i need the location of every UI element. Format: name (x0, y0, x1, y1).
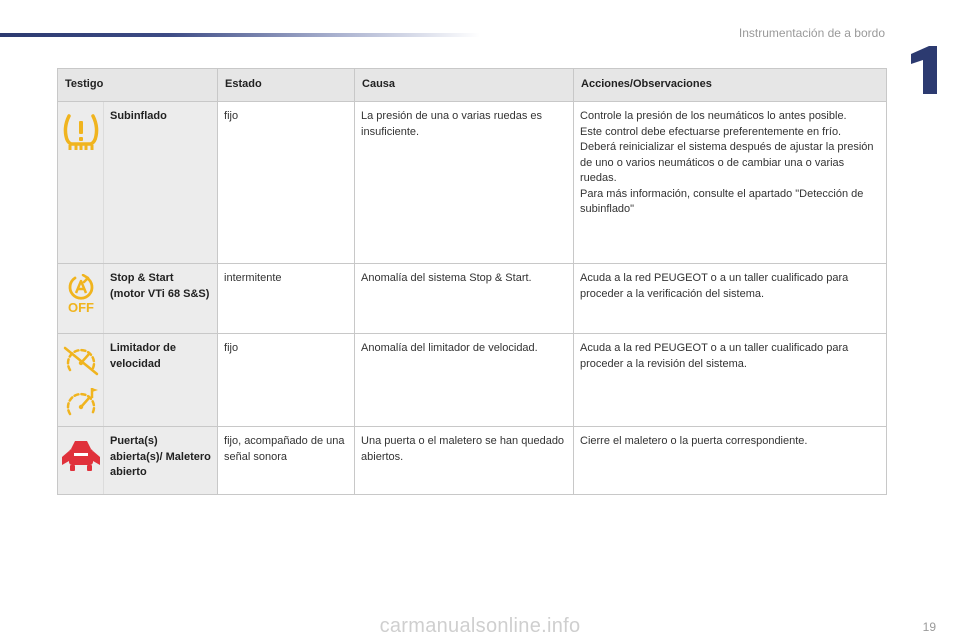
door-open-icon (61, 441, 100, 471)
row-acciones: Acuda a la red PEUGEOT o a un taller cua… (573, 333, 888, 427)
page-number: 19 (922, 620, 936, 634)
row-acciones: Acuda a la red PEUGEOT o a un taller cua… (573, 263, 888, 334)
row-causa: Anomalía del sistema Stop & Start. (354, 263, 575, 334)
speed-limiter-icon (66, 388, 98, 416)
row-icon-cell: OFF (57, 263, 104, 334)
header-causa: Causa (354, 68, 575, 102)
row-name: Subinflado (102, 101, 219, 264)
row-icon-cell (57, 101, 104, 264)
stop-start-off-icon: OFF (68, 274, 94, 314)
speed-limiter-fault-icon (63, 346, 98, 376)
header-testigo: Testigo (56, 68, 219, 102)
row-causa: Anomalía del limitador de velocidad. (354, 333, 575, 427)
table-row: Puerta(s) abierta(s)/ Maletero abierto f… (57, 426, 888, 495)
header-accent-bar (0, 33, 480, 37)
row-name: Puerta(s) abierta(s)/ Maletero abierto (102, 426, 219, 495)
table-row: Limitador de velocidad fijo Anomalía del… (57, 333, 888, 427)
svg-text:1: 1 (907, 46, 908, 47)
tire-pressure-warning-icon (63, 114, 98, 150)
table-row: Subinflado fijo La presión de una o vari… (57, 101, 888, 264)
row-causa: La presión de una o varias ruedas es ins… (354, 101, 575, 264)
row-causa: Una puerta o el maletero se han quedado … (354, 426, 575, 495)
table-row: OFF Stop & Start (motor VTi 68 S&S) inte… (57, 263, 888, 334)
row-icon-cell (57, 426, 104, 495)
watermark: carmanualsonline.info (379, 615, 581, 637)
row-estado: fijo, acompañado de una señal sonora (217, 426, 356, 495)
row-icon-cell (57, 333, 104, 427)
row-name: Stop & Start (motor VTi 68 S&S) (102, 263, 219, 334)
row-name: Limitador de velocidad (102, 333, 219, 427)
svg-text:OFF: OFF (68, 300, 94, 314)
table-header-row: Testigo Estado Causa Acciones/Observacio… (56, 68, 888, 102)
section-title: Instrumentación de a bordo (738, 26, 885, 40)
warning-lights-table: Testigo Estado Causa Acciones/Observacio… (56, 68, 888, 495)
header-estado: Estado (217, 68, 356, 102)
row-estado: fijo (217, 101, 356, 264)
row-estado: fijo (217, 333, 356, 427)
chapter-number: 1 (907, 46, 937, 94)
row-acciones: Controle la presión de los neumáticos lo… (573, 101, 888, 264)
row-estado: intermitente (217, 263, 356, 334)
header-acciones: Acciones/Observaciones (573, 68, 888, 102)
row-acciones: Cierre el maletero o la puerta correspon… (573, 426, 888, 495)
